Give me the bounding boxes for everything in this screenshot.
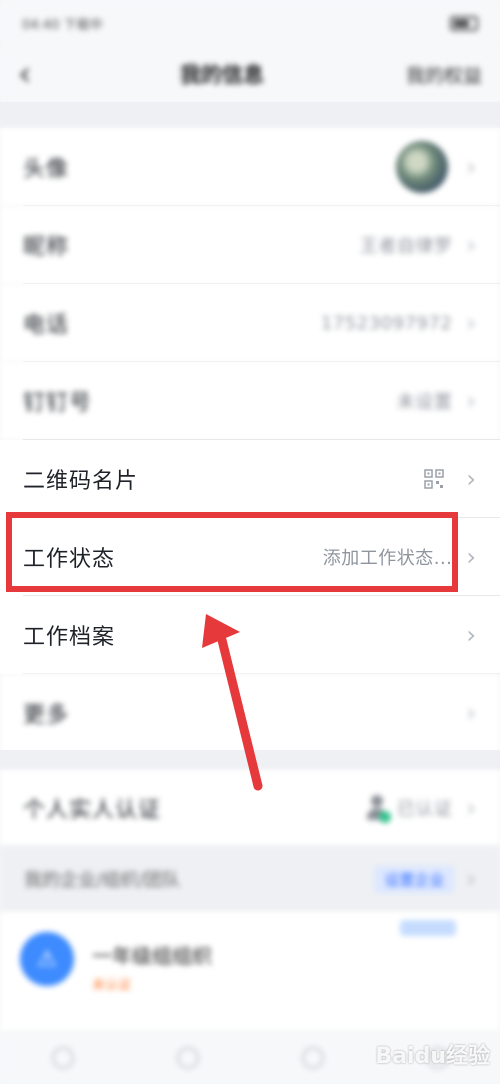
my-rights-link[interactable]: 我的权益: [386, 61, 482, 88]
row-identity-verify[interactable]: 个人实人认证 已认证 ›: [0, 770, 500, 846]
chevron-right-icon: ›: [466, 465, 476, 493]
row-label-work-status: 工作状态: [23, 547, 116, 572]
qr-code-icon: [424, 469, 445, 489]
chevron-right-icon: ›: [466, 309, 476, 337]
row-label-identity-verify: 个人实人认证: [23, 798, 162, 823]
chevron-right-icon: ›: [466, 231, 476, 259]
nav-bar: ‹ 我的信息 我的权益: [0, 46, 500, 102]
row-avatar[interactable]: 头像 ›: [0, 128, 500, 206]
row-value-nickname: 王者自律罗: [359, 236, 453, 257]
chevron-right-icon: ›: [466, 794, 476, 822]
avatar: [396, 141, 449, 193]
page-title: 我的信息: [180, 63, 264, 87]
row-work-profile[interactable]: 工作档案 ›: [0, 596, 500, 674]
row-label-dingtalk-id: 钉钉号: [23, 391, 93, 416]
row-value-dingtalk-id: 未设置: [396, 392, 453, 413]
row-more[interactable]: 更多 ›: [0, 674, 500, 752]
row-qr-card[interactable]: 二维码名片 ›: [0, 440, 500, 518]
chevron-right-icon: ›: [466, 543, 476, 571]
org-tag: [400, 920, 456, 936]
row-label-qr-card: 二维码名片: [23, 469, 139, 494]
chevron-right-icon: ›: [466, 621, 476, 649]
verified-user-icon: [365, 793, 391, 823]
row-phone[interactable]: 电话 17523097972 ›: [0, 284, 500, 362]
row-label-work-profile: 工作档案: [23, 625, 116, 650]
org-logo-icon: ⚠: [20, 932, 74, 986]
row-nickname[interactable]: 昵称 王者自律罗 ›: [0, 206, 500, 284]
watermark: Baidu经验: [375, 1044, 490, 1069]
org-name: 一年级组组织: [92, 944, 212, 968]
section-gap: [0, 750, 500, 770]
battery-icon: [450, 15, 478, 31]
tab-icon[interactable]: [301, 1047, 324, 1069]
set-org-button[interactable]: 设置企业: [374, 865, 455, 893]
org-section-header: 我的企业/组织/团队 设置企业 ›: [0, 846, 500, 912]
chevron-right-icon: ›: [466, 865, 476, 893]
row-value-work-status: 添加工作状态...: [322, 548, 453, 569]
back-button[interactable]: ‹: [18, 57, 58, 91]
section-gap: [0, 102, 500, 128]
chevron-right-icon: ›: [466, 699, 476, 727]
row-label-phone: 电话: [23, 313, 70, 338]
org-section-title: 我的企业/组织/团队: [24, 870, 181, 891]
row-label-avatar: 头像: [23, 157, 70, 182]
row-label-more: 更多: [23, 703, 70, 728]
row-label-nickname: 昵称: [23, 235, 70, 260]
org-cert-badge: 未认证: [92, 978, 132, 993]
status-bar: 04:40 下载中: [0, 0, 500, 46]
row-dingtalk-id[interactable]: 钉钉号 未设置 ›: [0, 362, 500, 440]
chevron-right-icon: ›: [466, 387, 476, 415]
row-work-status[interactable]: 工作状态 添加工作状态... ›: [0, 518, 500, 596]
row-value-identity-verify: 已认证: [396, 799, 453, 820]
chevron-right-icon: ›: [466, 153, 476, 181]
org-card[interactable]: ⚠ 一年级组组织 未认证: [0, 912, 500, 1032]
tab-icon[interactable]: [51, 1047, 74, 1069]
tab-icon[interactable]: [176, 1047, 199, 1069]
status-time: 04:40 下载中: [22, 17, 103, 33]
row-value-phone: 17523097972: [320, 312, 453, 334]
